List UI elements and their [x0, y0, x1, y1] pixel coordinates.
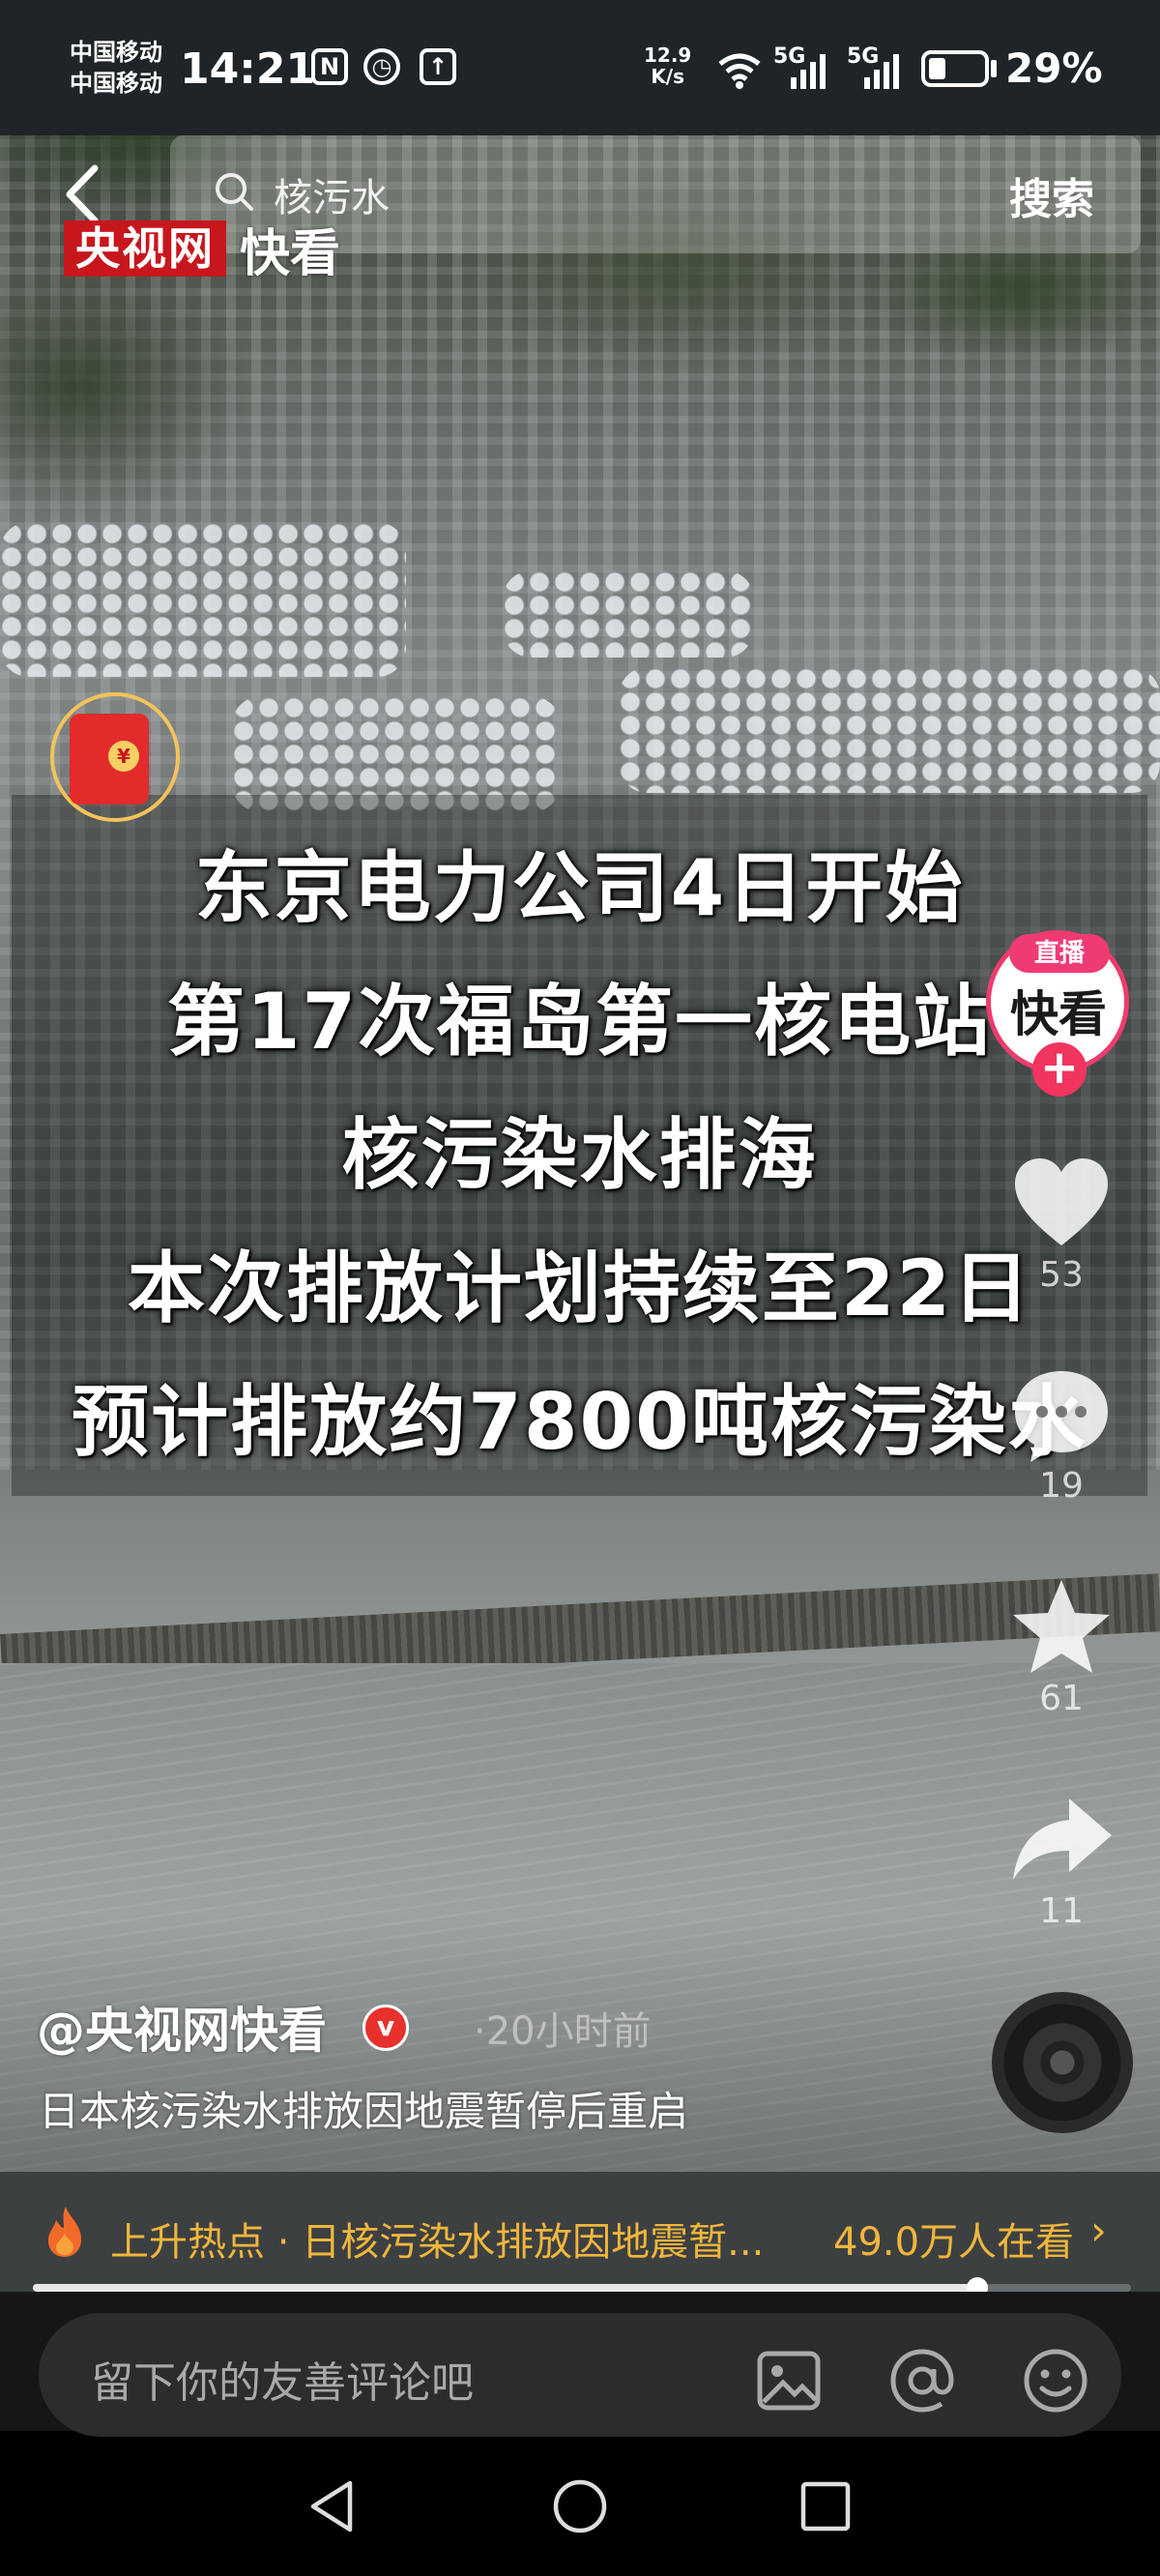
chevron-right-icon[interactable]: ›	[1090, 2207, 1107, 2254]
net-speed-unit: K/s	[651, 65, 685, 88]
battery-icon	[921, 50, 989, 87]
author-handle[interactable]: @央视网快看	[37, 1992, 327, 2062]
upload-icon: ↑	[420, 48, 456, 85]
storage-tanks	[619, 667, 1160, 793]
share-icon	[1013, 1799, 1112, 1880]
share-button[interactable]: 11	[1003, 1787, 1119, 1931]
headline-line: 本次排放计划持续至22日	[127, 1244, 1032, 1333]
favorite-count: 61	[1039, 1679, 1084, 1718]
emoji-icon[interactable]	[1021, 2346, 1090, 2415]
share-count: 11	[1039, 1891, 1084, 1931]
logo-white-text: 快看	[240, 224, 341, 283]
verified-badge: v	[362, 2005, 409, 2051]
headline-line: 核污染水排海	[341, 1110, 818, 1200]
search-button[interactable]: 搜索	[1009, 164, 1094, 226]
wifi-icon	[718, 53, 761, 89]
video-caption[interactable]: 日本核污染水排放因地震暂停后重启	[39, 2079, 688, 2138]
heart-icon	[1015, 1158, 1108, 1245]
like-button[interactable]: 53	[1003, 1151, 1119, 1295]
carrier-1: 中国移动	[70, 39, 162, 66]
signal-2-icon	[864, 48, 899, 89]
headline-line: 东京电力公司4日开始	[194, 843, 965, 933]
storage-tanks	[503, 571, 754, 658]
hot-topic-text[interactable]: 上升热点 · 日核污染水排放因地震暂...	[110, 2210, 764, 2267]
battery-tip	[991, 60, 997, 77]
comment-count: 19	[1039, 1466, 1084, 1506]
favorite-button[interactable]: 61	[1003, 1574, 1119, 1718]
comment-icon	[1015, 1371, 1108, 1462]
clock: 14:21	[180, 44, 316, 94]
net-speed: 12.9 K/s	[644, 44, 691, 87]
progress-fill	[33, 2284, 977, 2292]
battery-percent: 29%	[1005, 44, 1103, 92]
storage-tanks	[0, 522, 406, 677]
avatar-text: 快看	[1010, 986, 1107, 1042]
nfc-icon: N	[311, 48, 348, 85]
nav-recents-icon[interactable]	[795, 2475, 856, 2537]
video-progress-bar[interactable]	[33, 2277, 1131, 2298]
comment-button[interactable]: 19	[1003, 1361, 1119, 1506]
red-packet-button[interactable]: ¥	[50, 692, 180, 822]
video-headline: 东京电力公司4日开始 第17次福岛第一核电站 核污染水排海 本次排放计划持续至2…	[12, 822, 1147, 1489]
image-icon[interactable]	[754, 2346, 824, 2415]
star-icon	[1013, 1580, 1110, 1673]
logo-red-text: 央视网	[64, 220, 226, 277]
fire-icon	[48, 2207, 81, 2257]
follow-button[interactable]: +	[1032, 1042, 1087, 1097]
red-packet-icon: ¥	[70, 714, 149, 805]
live-badge: 直播	[1009, 934, 1110, 973]
at-icon[interactable]	[887, 2346, 957, 2415]
alarm-icon: ◷	[363, 48, 400, 85]
video-screen: 中国移动 中国移动 14:21 N ◷ ↑ 12.9 K/s 5G 5G 29%	[0, 0, 1160, 2576]
net-speed-value: 12.9	[644, 44, 692, 67]
music-disc[interactable]	[992, 1992, 1133, 2133]
headline-line: 第17次福岛第一核电站	[166, 977, 993, 1067]
like-count: 53	[1039, 1255, 1084, 1295]
carrier-labels: 中国移动 中国移动	[70, 37, 162, 99]
headline-line: 预计排放约7800吨核污染水	[72, 1377, 1088, 1467]
comment-placeholder[interactable]: 留下你的友善评论吧	[91, 2348, 474, 2410]
search-icon	[216, 173, 253, 211]
post-time: ·20小时前	[474, 2009, 652, 2054]
nav-back-icon[interactable]	[302, 2475, 363, 2537]
broadcaster-logo: 央视网 快看	[64, 219, 340, 283]
status-bar: 中国移动 中国移动 14:21 N ◷ ↑ 12.9 K/s 5G 5G 29%	[0, 0, 1160, 135]
carrier-2: 中国移动	[70, 70, 162, 97]
hot-topic-watching: 49.0万人在看	[833, 2220, 1075, 2265]
nav-home-icon[interactable]	[549, 2475, 611, 2537]
signal-1-icon	[791, 48, 826, 89]
